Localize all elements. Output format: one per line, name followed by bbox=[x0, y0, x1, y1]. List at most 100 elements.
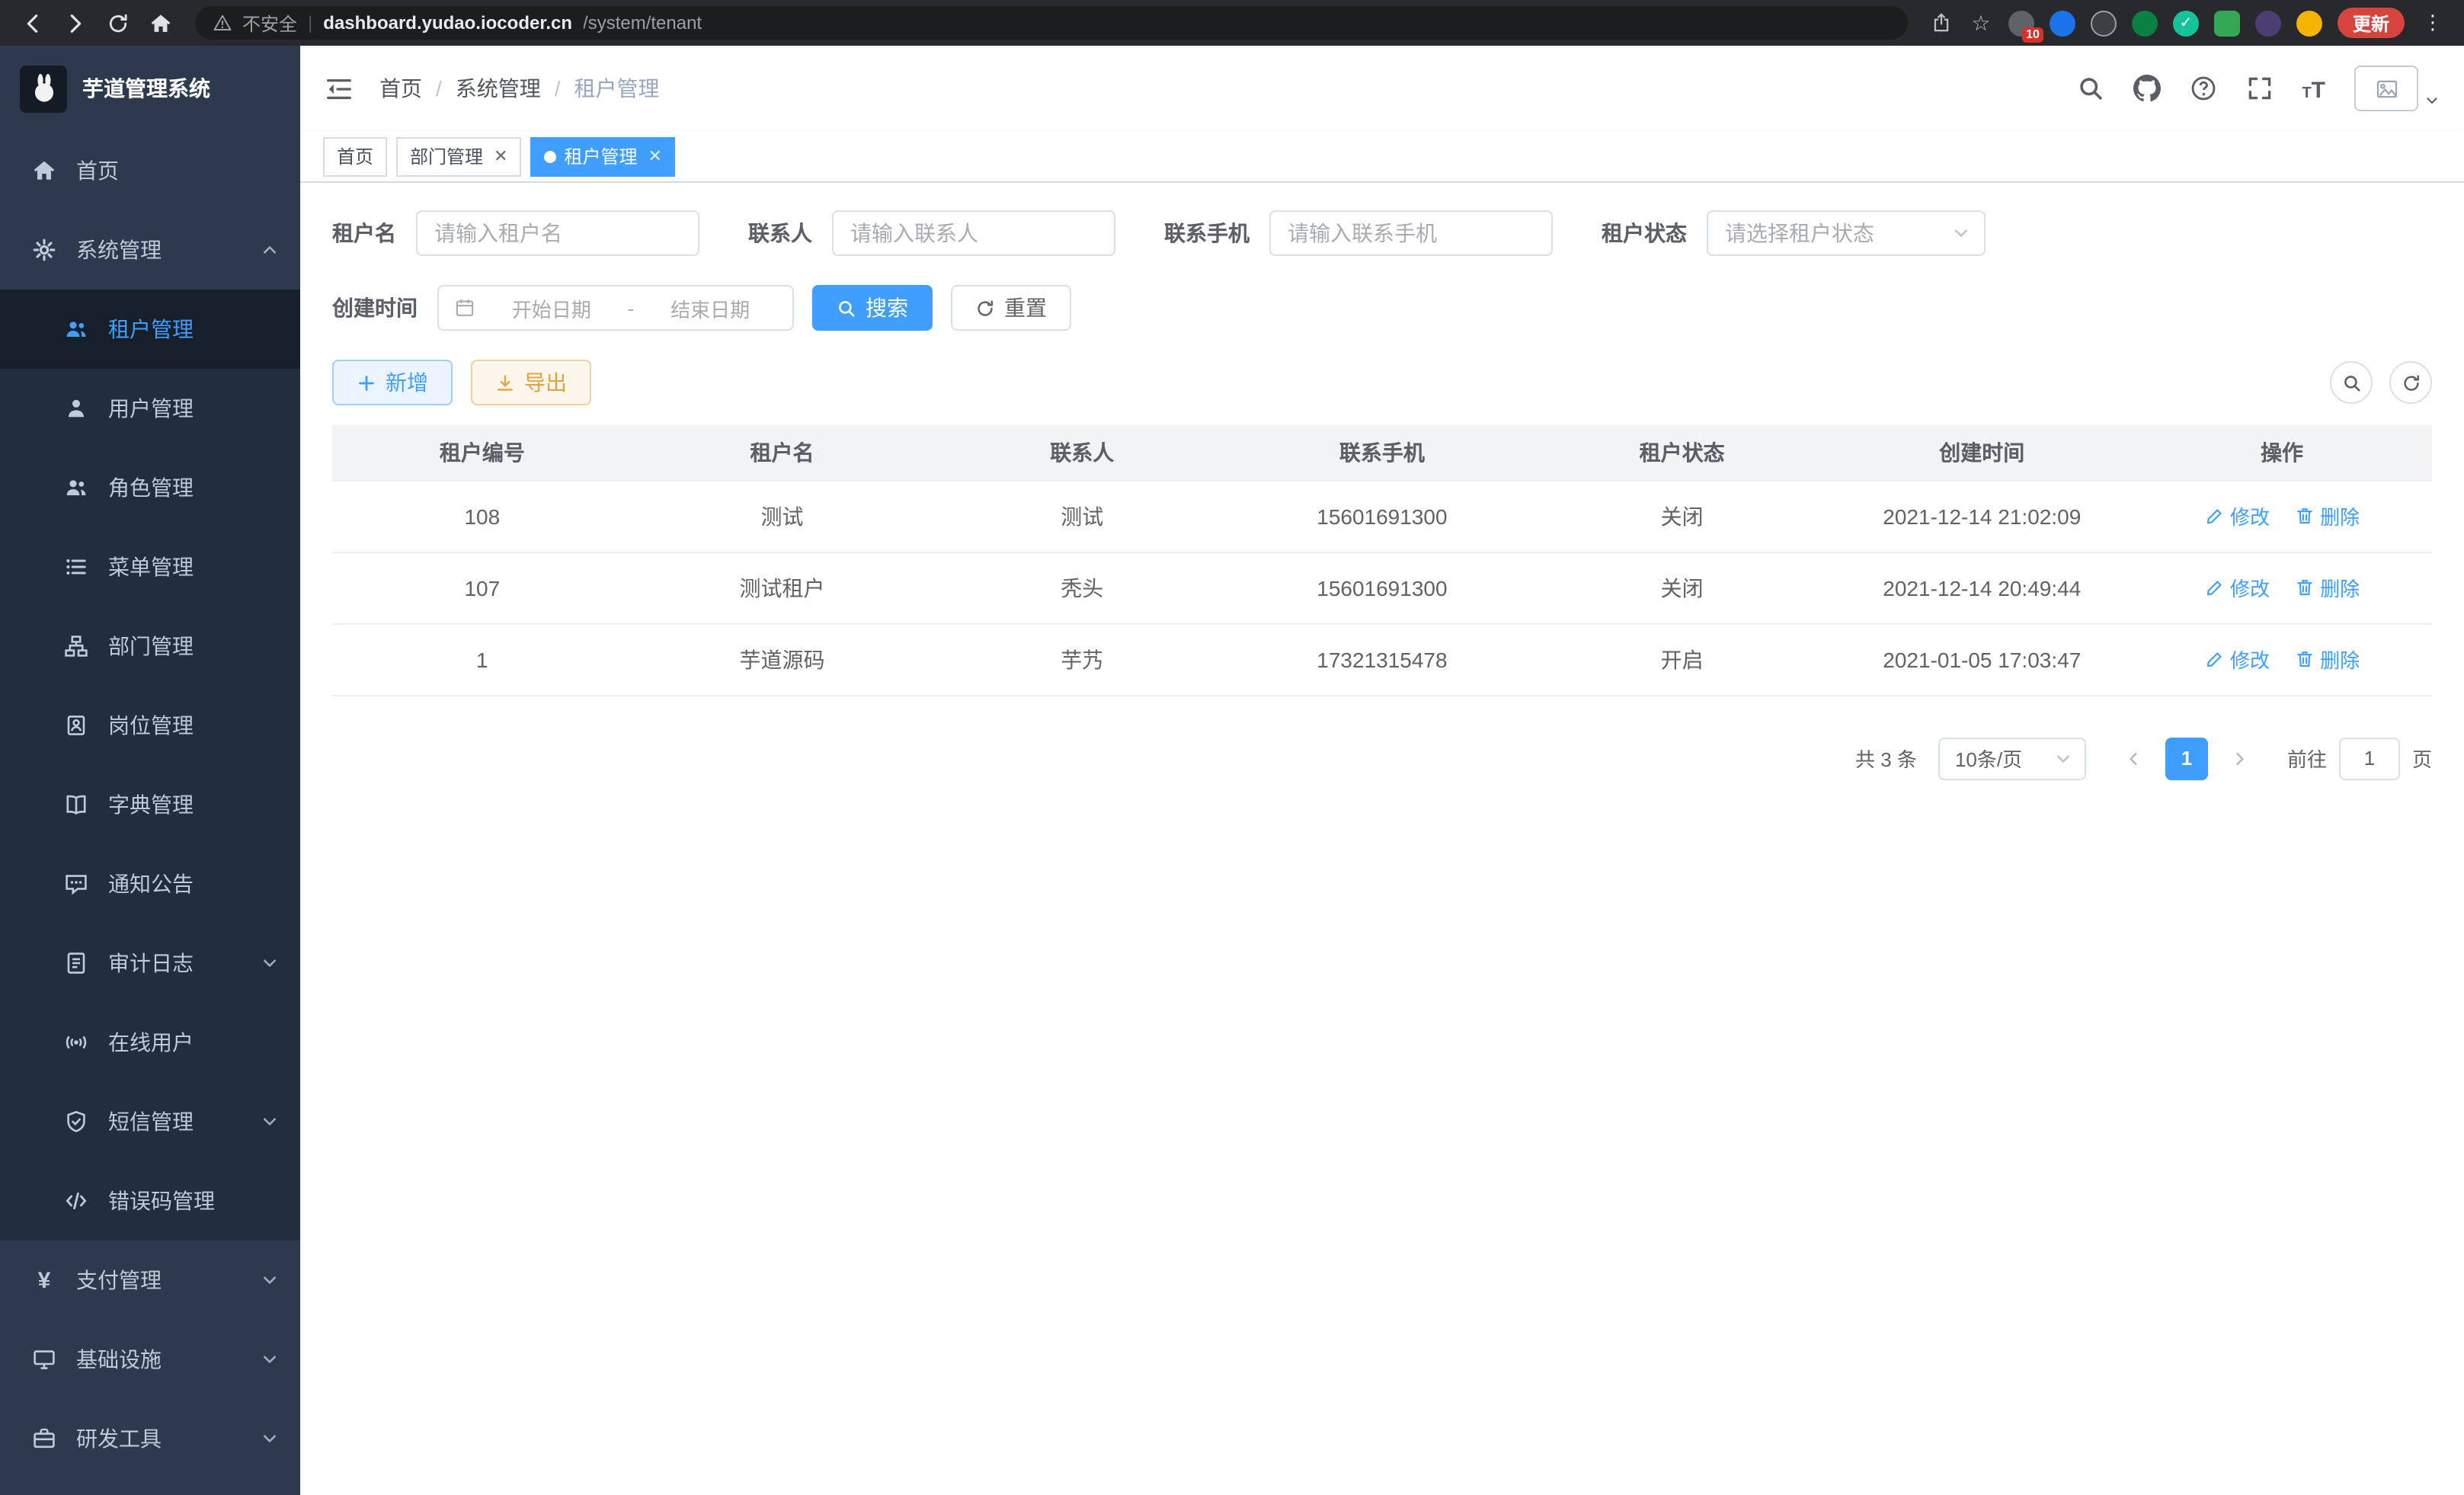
sidebar-item-infrastructure[interactable]: 基础设施 bbox=[0, 1320, 300, 1399]
sidebar-item-payment-management[interactable]: ¥ 支付管理 bbox=[0, 1240, 300, 1320]
tab-dept-management[interactable]: 部门管理 ✕ bbox=[396, 136, 521, 176]
sidebar-toggle-icon[interactable] bbox=[325, 74, 354, 103]
sidebar-item-menu-management[interactable]: 菜单管理 bbox=[0, 527, 300, 607]
role-users-icon bbox=[64, 475, 88, 500]
contact-label: 联系人 bbox=[748, 218, 812, 248]
prev-page-button[interactable] bbox=[2110, 737, 2156, 780]
filter-row-1: 租户名 联系人 联系手机 租户状态 请选择租户状态 bbox=[332, 210, 2432, 256]
page-number-button[interactable]: 1 bbox=[2165, 737, 2208, 780]
chevron-down-icon bbox=[261, 1271, 279, 1289]
tab-home[interactable]: 首页 bbox=[323, 136, 387, 176]
sidebar-item-error-code-management[interactable]: 错误码管理 bbox=[0, 1161, 300, 1240]
tenant-name-input[interactable] bbox=[416, 210, 699, 256]
contact-input[interactable] bbox=[832, 210, 1115, 256]
edit-icon bbox=[2204, 649, 2224, 669]
search-button[interactable]: 搜索 bbox=[812, 285, 933, 331]
fullscreen-icon[interactable] bbox=[2245, 75, 2273, 102]
close-icon[interactable]: ✕ bbox=[648, 146, 662, 166]
reset-button[interactable]: 重置 bbox=[951, 285, 1071, 331]
create-time-range-picker[interactable]: 开始日期 - 结束日期 bbox=[437, 285, 794, 331]
browser-reload-button[interactable] bbox=[98, 5, 137, 41]
extension-icon[interactable]: ✓ bbox=[2173, 10, 2199, 36]
delete-row-button[interactable]: 删除 bbox=[2294, 501, 2360, 530]
sidebar-item-online-users[interactable]: 在线用户 bbox=[0, 1003, 300, 1082]
toggle-search-button[interactable] bbox=[2330, 361, 2373, 404]
browser-forward-button[interactable] bbox=[55, 5, 94, 41]
edit-icon bbox=[2204, 578, 2224, 597]
extension-icon[interactable] bbox=[2214, 10, 2240, 36]
sidebar-item-user-management[interactable]: 用户管理 bbox=[0, 369, 300, 448]
breadcrumb-current: 租户管理 bbox=[574, 73, 660, 104]
screen: 不安全 | dashboard.yudao.iocoder.cn/system/… bbox=[0, 0, 2464, 1495]
status-label: 租户状态 bbox=[1602, 218, 1687, 248]
browser-actions: ☆ 10 ✓ 更新 ⋮ bbox=[1923, 8, 2452, 38]
breadcrumb-system[interactable]: 系统管理 bbox=[456, 73, 541, 104]
browser-home-button[interactable] bbox=[140, 5, 180, 41]
sidebar-item-post-management[interactable]: 岗位管理 bbox=[0, 686, 300, 765]
app-logo[interactable]: 芋道管理系统 bbox=[0, 46, 300, 131]
close-icon[interactable]: ✕ bbox=[494, 146, 507, 166]
breadcrumb-home[interactable]: 首页 bbox=[379, 73, 422, 104]
delete-row-button[interactable]: 删除 bbox=[2294, 645, 2360, 674]
browser-profile-avatar[interactable] bbox=[2296, 10, 2322, 36]
page-size-select[interactable]: 10条/页 bbox=[1938, 737, 2086, 780]
date-end-placeholder: 结束日期 bbox=[643, 293, 777, 322]
infrastructure-monitor-icon bbox=[32, 1347, 56, 1372]
chevron-down-icon bbox=[261, 954, 279, 972]
breadcrumb-separator: / bbox=[555, 76, 561, 101]
edit-row-button[interactable]: 修改 bbox=[2204, 573, 2270, 602]
table-toolbar: 新增 导出 bbox=[332, 360, 2432, 405]
url-host: dashboard.yudao.iocoder.cn bbox=[323, 12, 572, 34]
sidebar-item-home[interactable]: 首页 bbox=[0, 131, 300, 210]
font-size-icon[interactable]: TT bbox=[2302, 79, 2325, 102]
sidebar-item-dept-management[interactable]: 部门管理 bbox=[0, 607, 300, 686]
phone-label: 联系手机 bbox=[1164, 218, 1250, 248]
tab-tenant-management[interactable]: 租户管理 ✕ bbox=[531, 136, 676, 176]
help-icon[interactable] bbox=[2189, 75, 2216, 102]
tenant-table: 租户编号 租户名 联系人 联系手机 租户状态 创建时间 操作 108 测试 bbox=[332, 425, 2432, 696]
delete-row-button[interactable]: 删除 bbox=[2294, 573, 2360, 602]
refresh-table-button[interactable] bbox=[2389, 361, 2432, 404]
sidebar-item-system-management[interactable]: 系统管理 bbox=[0, 210, 300, 290]
extension-icon[interactable] bbox=[2091, 10, 2117, 36]
extension-icon[interactable]: 10 bbox=[2008, 10, 2034, 36]
sidebar-item-audit-log[interactable]: 审计日志 bbox=[0, 924, 300, 1003]
edit-row-button[interactable]: 修改 bbox=[2204, 501, 2270, 530]
not-secure-warning-icon bbox=[213, 14, 232, 32]
browser-back-button[interactable] bbox=[12, 5, 52, 41]
col-tenant-name: 租户名 bbox=[632, 425, 933, 480]
user-avatar-dropdown[interactable] bbox=[2354, 66, 2440, 111]
tags-view-bar: 首页 部门管理 ✕ 租户管理 ✕ bbox=[300, 131, 2464, 183]
tenant-status-select[interactable]: 请选择租户状态 bbox=[1707, 210, 1986, 256]
sidebar-item-role-management[interactable]: 角色管理 bbox=[0, 448, 300, 527]
bookmark-star-icon[interactable]: ☆ bbox=[1969, 11, 1993, 35]
content-area: 首页 / 系统管理 / 租户管理 TT bbox=[300, 46, 2464, 1495]
create-time-label: 创建时间 bbox=[332, 293, 418, 323]
edit-row-button[interactable]: 修改 bbox=[2204, 645, 2270, 674]
pagination: 共 3 条 10条/页 1 前往 页 bbox=[332, 737, 2432, 780]
extension-icon[interactable] bbox=[2132, 10, 2158, 36]
search-icon[interactable] bbox=[2076, 75, 2104, 102]
browser-update-button[interactable]: 更新 bbox=[2338, 8, 2405, 38]
goto-label: 前往 bbox=[2287, 744, 2327, 773]
goto-page-input[interactable] bbox=[2339, 737, 2400, 780]
sidebar-item-tenant-management[interactable]: 租户管理 bbox=[0, 290, 300, 369]
sidebar-item-sms-management[interactable]: 短信管理 bbox=[0, 1082, 300, 1161]
refresh-icon bbox=[975, 298, 995, 318]
sidebar-item-dev-tools[interactable]: 研发工具 bbox=[0, 1399, 300, 1478]
github-icon[interactable] bbox=[2133, 75, 2160, 102]
sidebar-item-dict-management[interactable]: 字典管理 bbox=[0, 765, 300, 844]
table-row: 1 芋道源码 芋艿 17321315478 开启 2021-01-05 17:0… bbox=[332, 623, 2432, 695]
share-icon[interactable] bbox=[1929, 11, 1954, 35]
extension-icon[interactable] bbox=[2050, 10, 2075, 36]
next-page-button[interactable] bbox=[2217, 737, 2263, 780]
sidebar-item-notice[interactable]: 通知公告 bbox=[0, 844, 300, 924]
add-tenant-button[interactable]: 新增 bbox=[332, 360, 453, 405]
col-contact: 联系人 bbox=[932, 425, 1232, 480]
url-bar[interactable]: 不安全 | dashboard.yudao.iocoder.cn/system/… bbox=[195, 6, 1908, 40]
search-icon bbox=[837, 298, 856, 318]
export-button[interactable]: 导出 bbox=[471, 360, 591, 405]
extension-icon[interactable] bbox=[2255, 10, 2281, 36]
phone-input[interactable] bbox=[1269, 210, 1553, 256]
browser-menu-icon[interactable]: ⋮ bbox=[2420, 11, 2446, 35]
